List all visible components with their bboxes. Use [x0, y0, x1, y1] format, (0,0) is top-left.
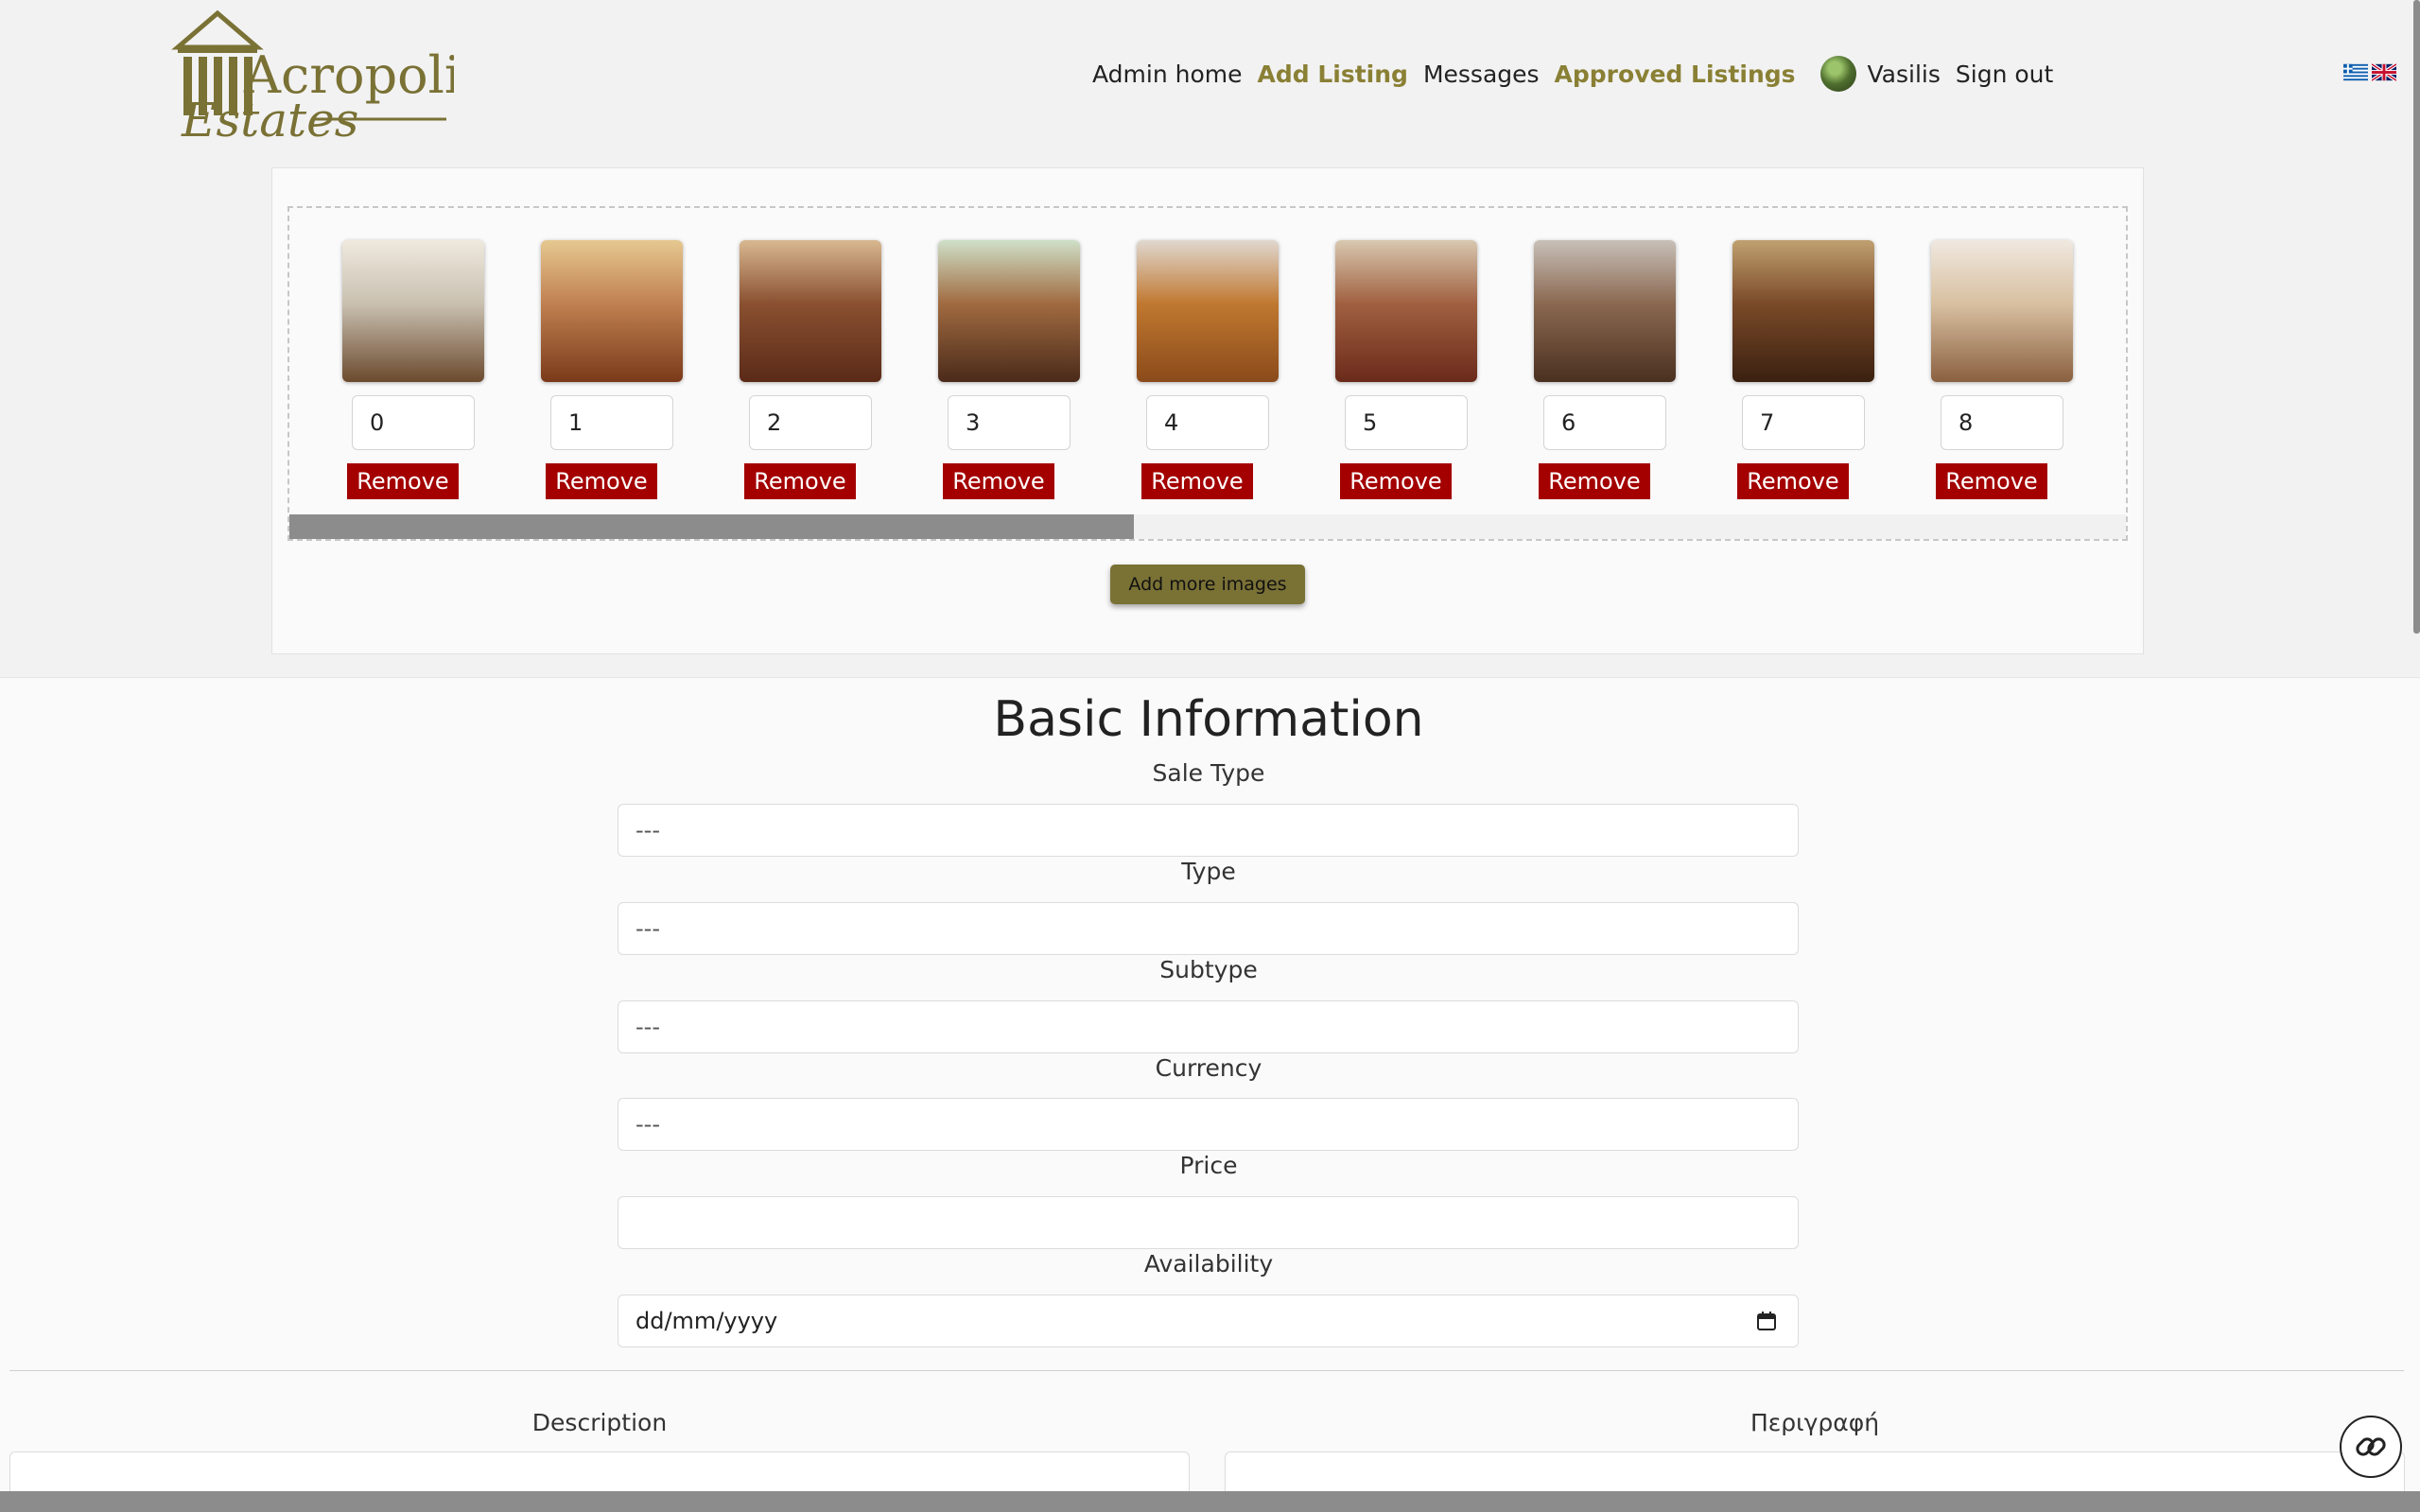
- calendar-icon[interactable]: [1756, 1311, 1777, 1331]
- nav-user-name[interactable]: Vasilis: [1868, 61, 1941, 88]
- greek-flag-icon[interactable]: [2343, 63, 2368, 81]
- currency-value: ---: [635, 1111, 660, 1138]
- vertical-scrollbar-thumb[interactable]: [2413, 0, 2420, 634]
- image-order-input[interactable]: 1: [550, 395, 673, 450]
- availability-date-input[interactable]: dd/mm/yyyy: [618, 1295, 1799, 1347]
- avatar[interactable]: [1819, 56, 1856, 92]
- remove-image-button[interactable]: Remove: [1539, 463, 1650, 499]
- price-input[interactable]: [618, 1196, 1799, 1249]
- basic-information-form: Basic Information Sale Type --- Type ---…: [0, 677, 2420, 1512]
- image-item: 1 Remove: [541, 208, 683, 520]
- image-item: 3 Remove: [938, 208, 1080, 520]
- availability-label: Availability: [1143, 1250, 1274, 1277]
- image-item: 5 Remove: [1335, 208, 1477, 520]
- remove-image-button[interactable]: Remove: [1340, 463, 1452, 499]
- remove-image-button[interactable]: Remove: [943, 463, 1054, 499]
- remove-image-button[interactable]: Remove: [744, 463, 856, 499]
- link-icon: [2356, 1437, 2386, 1456]
- nav-messages[interactable]: Messages: [1423, 61, 1540, 88]
- nav-approved-listings[interactable]: Approved Listings: [1555, 61, 1796, 88]
- remove-image-button[interactable]: Remove: [347, 463, 459, 499]
- image-order-input[interactable]: 3: [948, 395, 1071, 450]
- availability-placeholder: dd/mm/yyyy: [635, 1308, 778, 1334]
- image-order-input[interactable]: 4: [1146, 395, 1269, 450]
- image-thumbnail[interactable]: [1534, 240, 1676, 382]
- nav-sign-out[interactable]: Sign out: [1956, 61, 2053, 88]
- main-nav: Admin home Add Listing Messages Approved…: [1092, 55, 2068, 93]
- image-item: 4 Remove: [1137, 208, 1279, 520]
- horizontal-scrollbar[interactable]: [289, 514, 2126, 539]
- image-dropzone[interactable]: 0 Remove 1 Remove 2 Remove 3 Remove 4 Remove 5 Remo…: [287, 206, 2128, 541]
- image-order-input[interactable]: 2: [749, 395, 872, 450]
- image-order-input[interactable]: 0: [352, 395, 475, 450]
- image-order-input[interactable]: 5: [1345, 395, 1468, 450]
- image-item: 6 Remove: [1534, 208, 1676, 520]
- nav-add-listing[interactable]: Add Listing: [1258, 61, 1408, 88]
- remove-image-button[interactable]: Remove: [546, 463, 657, 499]
- uk-flag-icon[interactable]: [2372, 63, 2396, 81]
- image-thumbnail[interactable]: [938, 240, 1080, 382]
- image-item: 8 Remove: [1931, 208, 2073, 520]
- image-order-input[interactable]: 8: [1941, 395, 2063, 450]
- remove-image-button[interactable]: Remove: [1936, 463, 2047, 499]
- subtype-value: ---: [635, 1014, 660, 1040]
- currency-label: Currency: [1155, 1054, 1262, 1082]
- image-item: 0 Remove: [342, 208, 484, 520]
- subtype-label: Subtype: [1159, 956, 1258, 983]
- sale-type-label: Sale Type: [1152, 759, 1265, 787]
- add-more-images-button[interactable]: Add more images: [1110, 565, 1305, 604]
- type-select[interactable]: ---: [618, 902, 1799, 955]
- type-value: ---: [635, 915, 660, 942]
- description-label-en: Description: [531, 1409, 668, 1436]
- horizontal-scrollbar-thumb[interactable]: [289, 514, 1134, 539]
- image-thumbnail[interactable]: [1137, 240, 1279, 382]
- nav-admin-home[interactable]: Admin home: [1092, 61, 1243, 88]
- section-title: Basic Information: [993, 691, 1424, 748]
- image-order-input[interactable]: 7: [1742, 395, 1865, 450]
- remove-image-button[interactable]: Remove: [1737, 463, 1849, 499]
- sale-type-value: ---: [635, 817, 660, 843]
- subtype-select[interactable]: ---: [618, 1000, 1799, 1053]
- description-label-gr: Περιγραφή: [1750, 1409, 1880, 1436]
- logo-graphic: Acropolis Estates: [171, 9, 487, 148]
- image-thumbnail[interactable]: [1335, 240, 1477, 382]
- type-label: Type: [1181, 858, 1236, 885]
- image-thumbnail[interactable]: [541, 240, 683, 382]
- acropolis-estates-logo[interactable]: Acropolis Estates: [170, 9, 487, 148]
- price-label: Price: [1179, 1152, 1238, 1179]
- image-thumbnail[interactable]: [740, 240, 881, 382]
- image-item: 7 Remove: [1732, 208, 1874, 520]
- section-divider: [9, 1370, 2404, 1371]
- header: Acropolis Estates Admin home Add Listing…: [0, 0, 2420, 161]
- language-switcher: [2343, 63, 2396, 81]
- link-button[interactable]: [2340, 1416, 2402, 1478]
- bottom-bar: [0, 1491, 2420, 1512]
- image-upload-card: 0 Remove 1 Remove 2 Remove 3 Remove 4 Remove 5 Remo…: [271, 167, 2144, 654]
- image-order-input[interactable]: 6: [1543, 395, 1666, 450]
- image-thumbnail[interactable]: [342, 240, 484, 382]
- sale-type-select[interactable]: ---: [618, 804, 1799, 857]
- remove-image-button[interactable]: Remove: [1141, 463, 1253, 499]
- image-thumbnail[interactable]: [1931, 240, 2073, 382]
- image-thumbnail[interactable]: [1732, 240, 1874, 382]
- image-item: 2 Remove: [740, 208, 881, 520]
- currency-select[interactable]: ---: [618, 1098, 1799, 1151]
